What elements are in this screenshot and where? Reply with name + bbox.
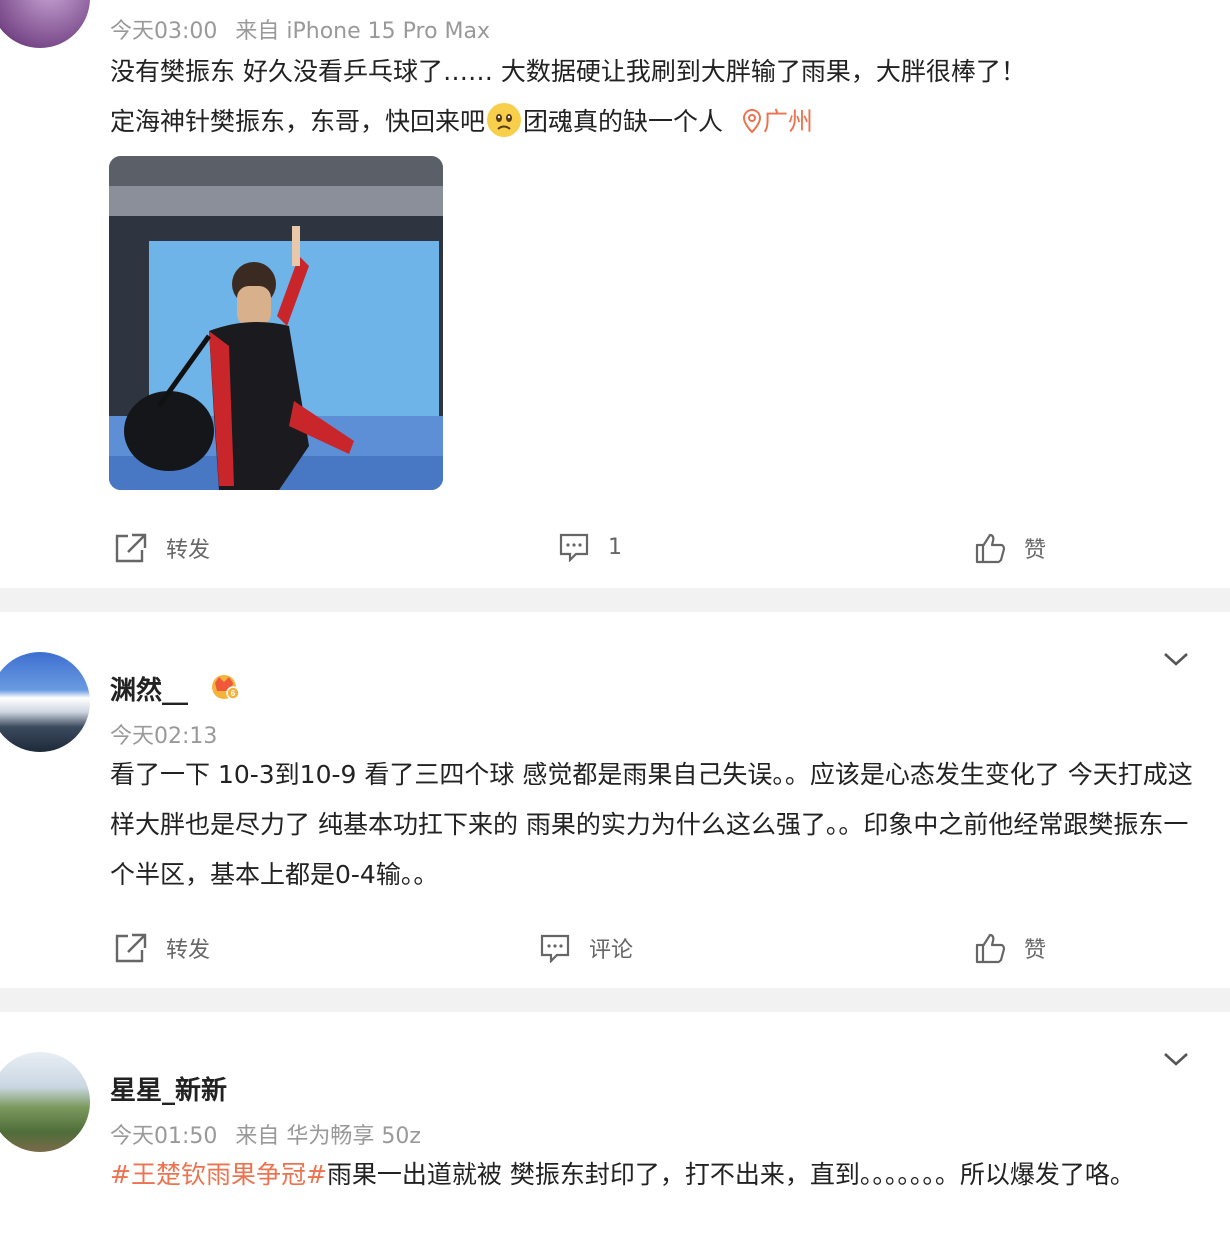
comment-icon bbox=[559, 533, 589, 562]
post-text: 没有樊振东 好久没看乒乓球了…… 大数据硬让我刷到大胖输了雨果，大胖很棒了！ 定… bbox=[110, 47, 1200, 147]
username[interactable]: 渊然__ 6 bbox=[110, 670, 241, 707]
username-text: 渊然__ bbox=[110, 676, 189, 706]
post-source: 来自 iPhone 15 Pro Max bbox=[235, 19, 491, 44]
comment-button[interactable]: 1 bbox=[558, 532, 622, 562]
hashtag-link[interactable]: #王楚钦雨果争冠# bbox=[110, 1160, 327, 1189]
post-time: 今天03:00 bbox=[110, 19, 218, 44]
post-image[interactable] bbox=[109, 156, 443, 490]
repost-label: 转发 bbox=[166, 538, 211, 563]
avatar[interactable] bbox=[0, 1052, 90, 1152]
like-icon bbox=[975, 533, 1006, 564]
chevron-down-icon[interactable] bbox=[1162, 1050, 1190, 1068]
avatar[interactable] bbox=[0, 0, 90, 48]
post-text-line: 定海神针樊振东，东哥，快回来吧 团魂真的缺一个人 广州 bbox=[110, 97, 1200, 147]
post-time: 今天01:50 bbox=[110, 1124, 218, 1149]
post-text: #王楚钦雨果争冠#雨果一出道就被 樊振东封印了，打不出来，直到。。。。。。。所以… bbox=[110, 1150, 1200, 1200]
repost-button[interactable]: 转发 bbox=[114, 932, 210, 964]
comment-button[interactable]: 评论 bbox=[539, 932, 633, 964]
post-text-segment: 团魂真的缺一个人 bbox=[523, 107, 724, 136]
post-text: 看了一下 10-3到10-9 看了三四个球 感觉都是雨果自己失误。。应该是心态发… bbox=[110, 760, 1193, 889]
post-card-2: 渊然__ 6 今天02:13 看了一下 10-3到10-9 看了三四个球 感觉都… bbox=[0, 612, 1230, 988]
post-text-segment: 定海神针樊振东，东哥，快回来吧 bbox=[110, 107, 486, 136]
chevron-down-icon[interactable] bbox=[1162, 650, 1190, 668]
location-link[interactable]: 广州 bbox=[731, 107, 813, 136]
post-meta: 今天01:50 来自 华为畅享 50z bbox=[110, 1118, 439, 1150]
vip-crown-icon: 6 bbox=[212, 675, 240, 700]
post-card-3: 星星_新新 今天01:50 来自 华为畅享 50z #王楚钦雨果争冠#雨果一出道就… bbox=[0, 1012, 1230, 1256]
like-label: 赞 bbox=[1024, 538, 1047, 563]
comment-label: 评论 bbox=[589, 938, 634, 963]
avatar[interactable] bbox=[0, 652, 90, 752]
repost-icon bbox=[115, 533, 147, 563]
post-meta: 今天03:00 来自 iPhone 15 Pro Max bbox=[110, 13, 508, 45]
comment-count: 1 bbox=[608, 534, 622, 560]
crying-emoji-icon bbox=[487, 103, 522, 137]
repost-button[interactable]: 转发 bbox=[114, 532, 210, 564]
repost-label: 转发 bbox=[166, 938, 211, 963]
location-pin-icon bbox=[742, 108, 761, 134]
svg-text:6: 6 bbox=[231, 689, 236, 698]
post-meta: 今天02:13 bbox=[110, 718, 235, 750]
like-label: 赞 bbox=[1024, 938, 1047, 963]
like-icon bbox=[975, 933, 1006, 964]
post-source: 来自 华为畅享 50z bbox=[235, 1124, 421, 1149]
like-button[interactable]: 赞 bbox=[974, 532, 1046, 564]
like-button[interactable]: 赞 bbox=[974, 932, 1046, 964]
username[interactable]: 星星_新新 bbox=[110, 1070, 227, 1107]
post-text-line: 没有樊振东 好久没看乒乓球了…… 大数据硬让我刷到大胖输了雨果，大胖很棒了！ bbox=[110, 57, 1026, 86]
post-text-body: 雨果一出道就被 樊振东封印了，打不出来，直到。。。。。。。所以爆发了咯。 bbox=[326, 1160, 1135, 1189]
repost-icon bbox=[115, 933, 147, 963]
post-time: 今天02:13 bbox=[110, 724, 218, 749]
post-card-1: 今天03:00 来自 iPhone 15 Pro Max 没有樊振东 好久没看乒乓… bbox=[0, 0, 1230, 588]
location-label: 广州 bbox=[762, 107, 813, 136]
comment-icon bbox=[540, 934, 570, 963]
